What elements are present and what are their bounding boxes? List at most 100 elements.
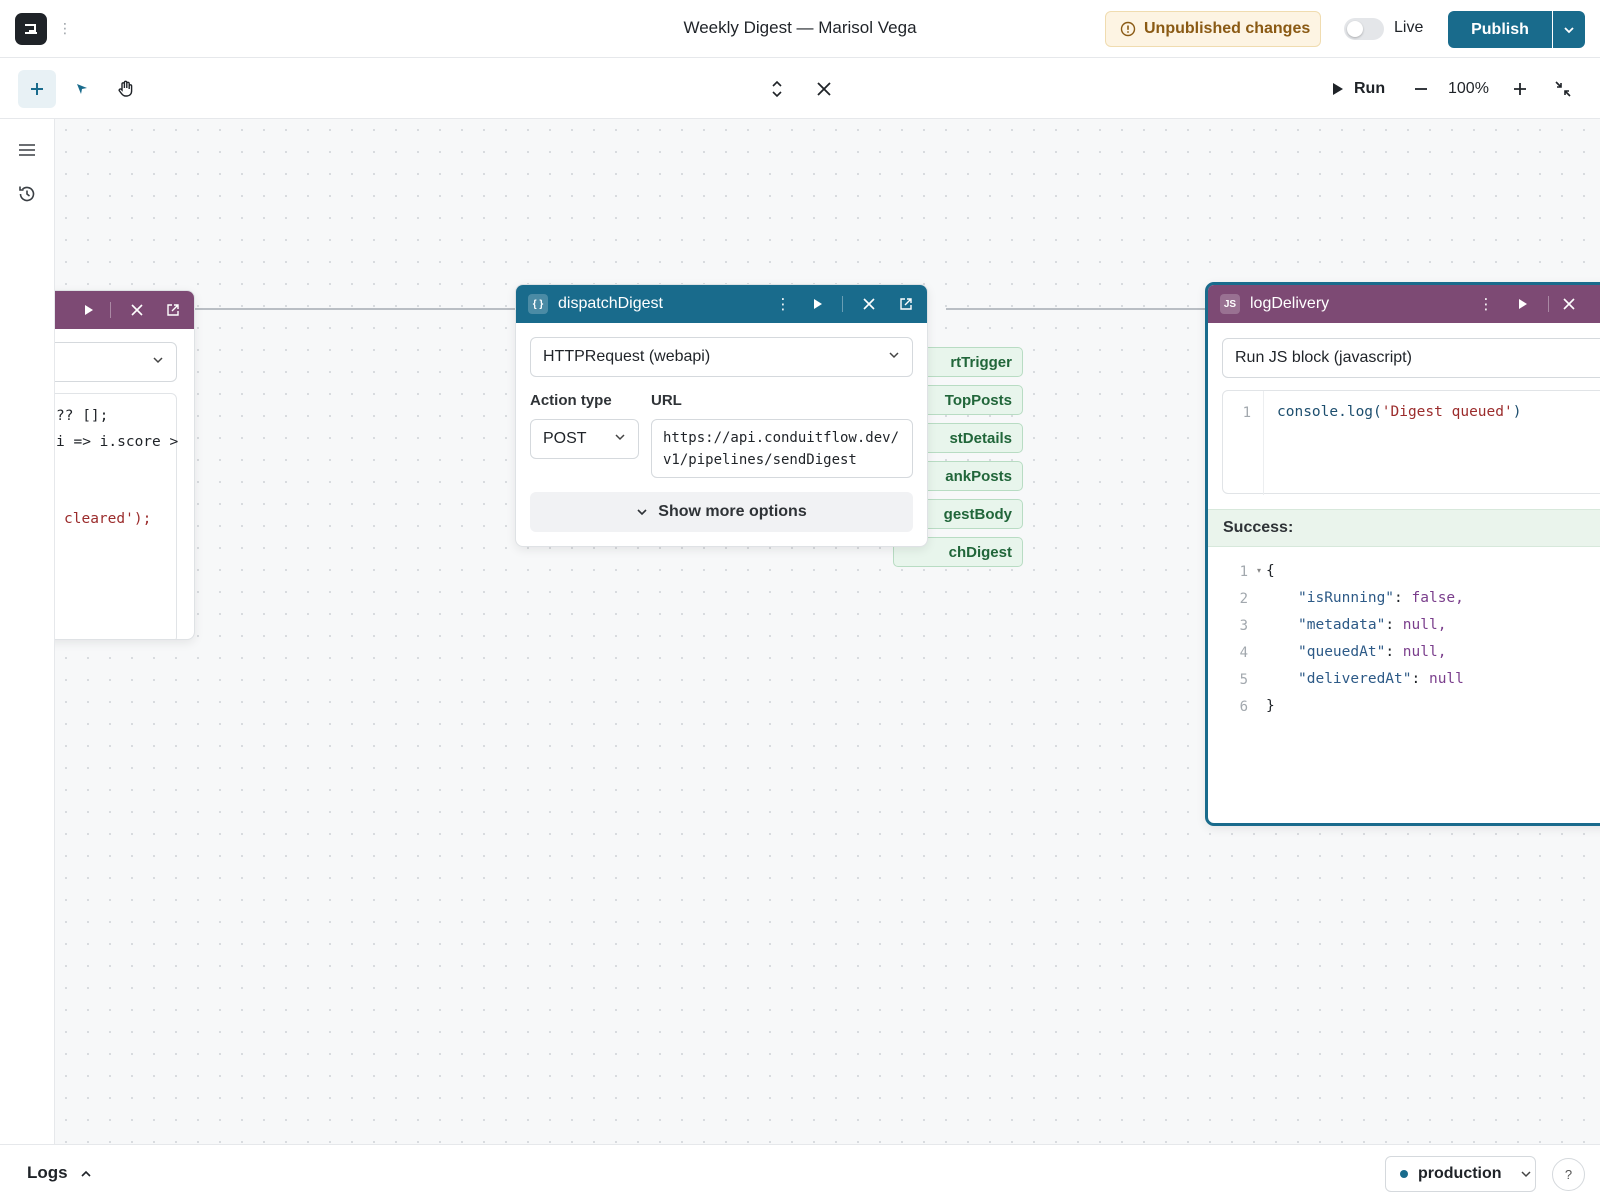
code-braces-icon: { } (528, 294, 548, 314)
play-icon (1333, 83, 1343, 95)
close-icon (817, 82, 831, 96)
json-entry: "isRunning": false, (1298, 590, 1464, 606)
pan-tool-button[interactable] (113, 76, 139, 102)
chevron-down-icon (637, 509, 647, 516)
json-entry: "metadata": null, (1298, 617, 1447, 633)
log-node-card[interactable]: JS logDelivery ⋮ Run JS block (javascrip… (1205, 282, 1600, 826)
menu-icon (19, 144, 35, 156)
workflow-canvas[interactable]: rtTrigger TopPosts stDetails ankPosts ge… (55, 119, 1600, 1144)
unpublished-badge[interactable]: Unpublished changes (1105, 11, 1321, 47)
close-icon (863, 298, 875, 310)
expand-vertical-button[interactable] (764, 76, 790, 102)
environment-label: production (1418, 1165, 1502, 1182)
log-node-name[interactable]: logDelivery (1250, 295, 1329, 313)
js-code-editor[interactable]: 1 console.log('Digest queued') (1222, 390, 1600, 495)
left-node-code-editor[interactable]: ?? []; i => i.score > cleared'); (55, 393, 179, 639)
code-line: console.log('Digest queued') (1277, 404, 1521, 420)
play-icon (1519, 299, 1527, 309)
node-open-button[interactable] (160, 291, 186, 329)
node-close-button[interactable] (124, 291, 150, 329)
json-key: "queuedAt" (1298, 644, 1386, 660)
play-icon (814, 299, 822, 309)
action-type-value: POST (543, 430, 587, 447)
history-button[interactable] (15, 182, 39, 206)
node-open-button[interactable] (893, 285, 919, 323)
action-type-select[interactable]: POST (530, 419, 639, 459)
environment-status-dot (1400, 1170, 1408, 1178)
log-node-header: JS logDelivery ⋮ (1208, 285, 1600, 323)
left-node-resource-select[interactable] (55, 342, 177, 382)
live-toggle[interactable] (1344, 18, 1384, 40)
fit-view-button[interactable] (1550, 76, 1576, 102)
close-icon (1563, 298, 1575, 310)
json-open-brace: { (1266, 563, 1275, 579)
line-number: 3 (1239, 618, 1248, 634)
history-icon (19, 186, 35, 202)
external-link-icon (167, 304, 179, 316)
pointer-icon (77, 84, 87, 94)
show-more-options-label: Show more options (658, 503, 807, 520)
run-play-icon[interactable] (1329, 79, 1347, 99)
zoom-in-button[interactable] (1507, 76, 1533, 102)
chevron-down-icon (1521, 1171, 1531, 1178)
bottom-bar: Logs production ? (0, 1144, 1600, 1200)
left-node-card[interactable]: ?? []; i => i.score > cleared'); (55, 290, 195, 640)
node-run-button[interactable] (805, 285, 831, 323)
zoom-level[interactable]: 100% (1448, 80, 1489, 98)
success-banner: Success: (1208, 509, 1600, 547)
outline-button[interactable] (15, 138, 39, 162)
plus-icon (1514, 83, 1526, 95)
external-link-icon (900, 298, 912, 310)
fold-caret-icon[interactable]: ▾ (1257, 566, 1261, 575)
json-value: null, (1402, 617, 1447, 633)
top-bar: ⋮ Weekly Digest — Marisol Vega Unpublish… (0, 0, 1600, 58)
code-line: i => i.score > (56, 434, 179, 450)
publish-button[interactable]: Publish (1448, 11, 1552, 48)
close-icon (131, 304, 143, 316)
environment-select[interactable]: production (1385, 1156, 1536, 1192)
hand-icon (118, 80, 133, 97)
add-tool-button[interactable] (18, 70, 56, 108)
json-key: "deliveredAt" (1298, 671, 1412, 687)
node-menu-button[interactable]: ⋮ (770, 285, 796, 323)
log-resource-select[interactable]: Run JS block (javascript) (1222, 338, 1600, 378)
json-key: "metadata" (1298, 617, 1386, 633)
kebab-icon: ⋮ (775, 296, 791, 313)
pointer-tool-button[interactable] (70, 77, 94, 101)
json-key: "isRunning" (1298, 590, 1395, 606)
canvas-toolbar: Run 100% (0, 59, 1600, 119)
unpublished-label: Unpublished changes (1144, 20, 1311, 37)
kebab-icon: ⋮ (1478, 296, 1494, 313)
json-value: null, (1402, 644, 1447, 660)
node-close-button[interactable] (856, 285, 882, 323)
publish-options-button[interactable] (1553, 11, 1585, 48)
plus-icon (31, 83, 43, 95)
chevron-down-icon (1564, 26, 1574, 33)
node-run-button[interactable] (76, 291, 102, 329)
show-more-options-button[interactable]: Show more options (530, 492, 913, 532)
line-number: 5 (1239, 672, 1248, 688)
dispatch-node-name[interactable]: dispatchDigest (558, 295, 663, 313)
header-divider (842, 296, 843, 312)
resource-select-value: HTTPRequest (webapi) (543, 348, 711, 365)
node-menu-button[interactable]: ⋮ (1473, 285, 1499, 323)
run-button[interactable]: Run (1354, 80, 1385, 98)
action-type-label: Action type (530, 392, 612, 409)
logs-toggle[interactable]: Logs (27, 1163, 92, 1183)
resource-select[interactable]: HTTPRequest (webapi) (530, 337, 913, 377)
gutter-divider (1263, 391, 1264, 495)
url-input[interactable]: https://api.conduitflow.dev/ v1/pipeline… (651, 419, 913, 478)
line-number: 2 (1239, 591, 1248, 607)
line-number: 6 (1239, 699, 1248, 715)
close-panel-button[interactable] (811, 76, 837, 102)
help-button[interactable]: ? (1552, 1158, 1585, 1191)
zoom-out-button[interactable] (1408, 76, 1434, 102)
left-rail (0, 119, 55, 1144)
node-run-button[interactable] (1510, 285, 1536, 323)
code-close: ) (1512, 404, 1522, 420)
output-viewer[interactable]: 1 2 3 4 5 6 ▾ { "isRunning": false, "met… (1208, 547, 1600, 747)
toggle-knob (1347, 21, 1363, 37)
node-close-button[interactable] (1556, 285, 1582, 323)
dispatch-node-card[interactable]: { } dispatchDigest ⋮ HTTPRequest (webapi… (515, 284, 928, 547)
code-line: ?? []; (56, 408, 109, 424)
